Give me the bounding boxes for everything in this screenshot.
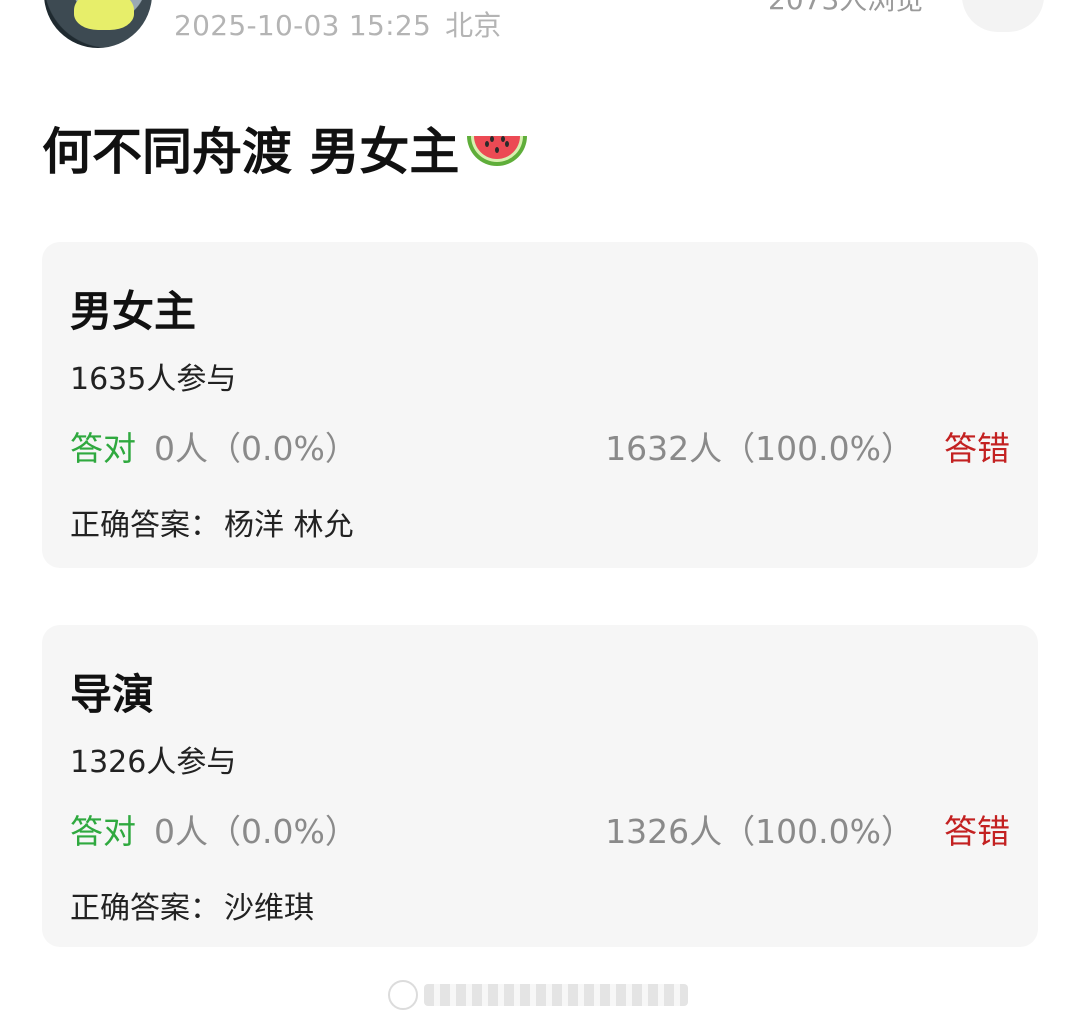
answer-value: 杨洋 林允 xyxy=(224,508,354,543)
wrong-group: 1632人（100.0%） 答错 xyxy=(605,422,1010,470)
correct-answer: 正确答案： 沙维琪 xyxy=(70,883,314,927)
post-title-text: 何不同舟渡 男女主 xyxy=(42,123,460,181)
quiz-stats: 答对 0人（0.0%） 1326人（100.0%） 答错 xyxy=(70,805,1010,851)
wrong-group: 1326人（100.0%） 答错 xyxy=(605,805,1010,853)
watermelon-icon xyxy=(467,136,528,166)
correct-stat: 0人（0.0%） xyxy=(154,812,358,851)
view-count: 2073人浏览 xyxy=(768,0,923,18)
post-location: 北京 xyxy=(445,9,502,42)
correct-label: 答对 xyxy=(70,812,136,851)
post-timestamp: 2025-10-03 15:25 xyxy=(174,9,432,42)
quiz-card[interactable]: 男女主 1635人参与 答对 0人（0.0%） 1632人（100.0%） 答错 正… xyxy=(42,242,1038,568)
watermark xyxy=(388,980,688,1010)
answer-value: 沙维琪 xyxy=(224,891,314,926)
wrong-stat: 1326人（100.0%） xyxy=(605,812,914,851)
more-button[interactable] xyxy=(962,0,1044,32)
correct-stat: 0人（0.0%） xyxy=(154,429,358,468)
answer-label: 正确答案： xyxy=(70,891,220,926)
quiz-participants: 1635人参与 xyxy=(70,362,237,397)
answer-label: 正确答案： xyxy=(70,508,220,543)
correct-label: 答对 xyxy=(70,429,136,468)
quiz-question: 男女主 xyxy=(70,287,197,336)
avatar[interactable] xyxy=(44,0,152,48)
quiz-stats: 答对 0人（0.0%） 1632人（100.0%） 答错 xyxy=(70,422,1010,468)
wrong-label: 答错 xyxy=(944,429,1010,468)
avatar-figure xyxy=(74,0,134,30)
post-title: 何不同舟渡 男女主 xyxy=(42,112,531,184)
post-meta: 2025-10-03 15:25 北京 xyxy=(174,4,502,44)
quiz-card[interactable]: 导演 1326人参与 答对 0人（0.0%） 1326人（100.0%） 答错 正确… xyxy=(42,625,1038,947)
wrong-stat: 1632人（100.0%） xyxy=(605,429,914,468)
correct-answer: 正确答案： 杨洋 林允 xyxy=(70,500,354,544)
post-page: 2025-10-03 15:25 北京 2073人浏览 何不同舟渡 男女主 男女主… xyxy=(0,0,1080,1018)
quiz-question: 导演 xyxy=(70,670,155,719)
watermark-text xyxy=(424,984,688,1006)
quiz-participants: 1326人参与 xyxy=(70,745,237,780)
watermark-logo-icon xyxy=(388,980,418,1010)
wrong-label: 答错 xyxy=(944,812,1010,851)
